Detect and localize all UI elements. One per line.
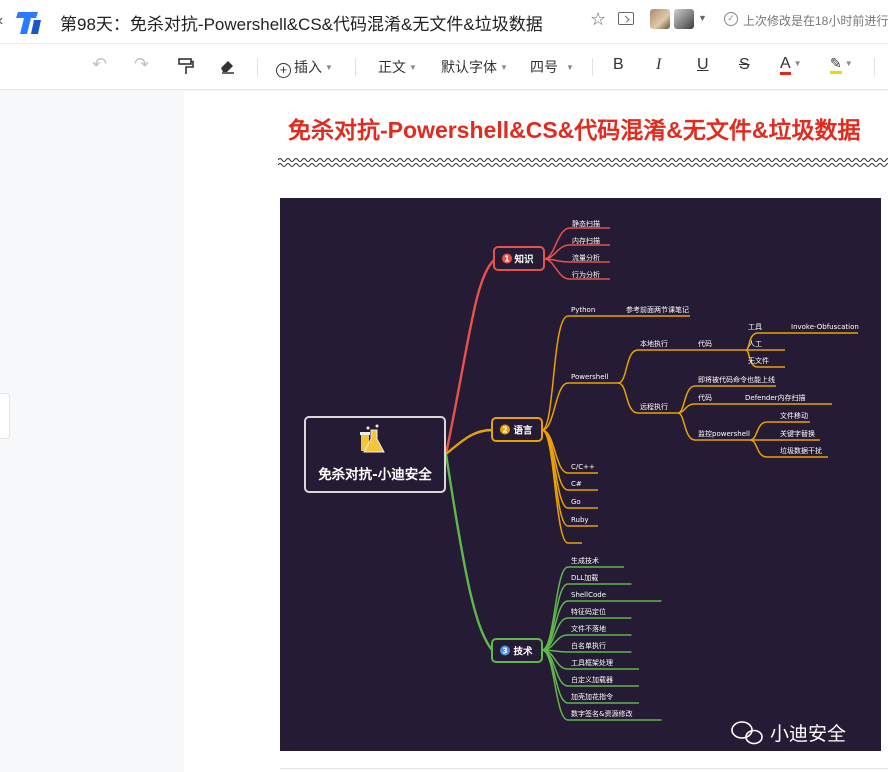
- leaf: 内存扫描: [572, 236, 600, 245]
- leaf: Invoke-Obfuscation: [791, 323, 859, 331]
- wavy-divider: [278, 157, 888, 168]
- leaf: 人工: [748, 340, 762, 348]
- italic-button[interactable]: I: [656, 56, 661, 74]
- leaf: Ruby: [571, 516, 589, 524]
- leaf: 工具: [748, 323, 762, 331]
- undo-icon[interactable]: ↶: [92, 54, 107, 75]
- branch-label: 技术: [513, 646, 533, 658]
- strikethrough-button[interactable]: S: [739, 56, 750, 74]
- leaf: 数字签名&资源修改: [571, 709, 632, 718]
- leaf: 垃圾数据干扰: [780, 446, 822, 455]
- leaf: 特征码定位: [571, 607, 606, 616]
- chevron-down-icon: ▼: [793, 59, 802, 68]
- redo-icon[interactable]: ↷: [134, 54, 149, 75]
- move-to-folder-icon[interactable]: [618, 12, 634, 25]
- root-label: 免杀对抗-小迪安全: [318, 466, 432, 483]
- watermark-text: 小迪安全: [770, 723, 846, 745]
- format-toolbar: ↶ ↷ + 插入 ▼ 正文 ▼ 默认字体 ▼ 四号 ▼ B I U S A ▼ ✎ ▼: [0, 44, 888, 90]
- paragraph-style-select[interactable]: 正文 ▼: [378, 57, 417, 77]
- leaf: Python: [571, 306, 595, 314]
- highlight-button[interactable]: ✎ ▼: [830, 55, 853, 74]
- plus-circle-icon: +: [276, 63, 291, 78]
- chevron-down-icon[interactable]: ▼: [698, 13, 707, 23]
- leaf: 生成技术: [571, 556, 599, 565]
- leaf: Go: [571, 498, 581, 506]
- leaf: 文件移动: [780, 411, 808, 420]
- leaf: 静态扫描: [572, 219, 600, 228]
- document-heading[interactable]: 免杀对抗-Powershell&CS&代码混淆&无文件&垃圾数据: [288, 111, 860, 145]
- leaf: 本地执行: [640, 339, 668, 348]
- leaf: 代码: [698, 393, 712, 402]
- title-bar: ‹ 第98天：免杀对抗-Powershell&CS&代码混淆&无文件&垃圾数据 …: [0, 0, 888, 44]
- divider: [280, 768, 888, 769]
- badge-3: 3: [502, 647, 507, 656]
- document-title[interactable]: 第98天：免杀对抗-Powershell&CS&代码混淆&无文件&垃圾数据: [60, 10, 543, 35]
- app-logo-icon[interactable]: [14, 7, 44, 37]
- badge-1: 1: [504, 255, 509, 264]
- highlighter-icon: ✎: [830, 55, 842, 74]
- chevron-down-icon: ▼: [566, 63, 574, 72]
- root-node: 免杀对抗-小迪安全: [304, 416, 446, 493]
- leaf: 代码: [698, 339, 712, 348]
- chevron-down-icon: ▼: [500, 63, 508, 72]
- leaf: 远程执行: [640, 402, 668, 411]
- leaf: 加壳加花指令: [571, 692, 613, 701]
- format-painter-icon[interactable]: [178, 58, 194, 76]
- save-status: 上次修改是在18小时前进行: [743, 14, 888, 28]
- insert-menu[interactable]: + 插入 ▼: [276, 57, 333, 78]
- outline-pane: [0, 91, 184, 772]
- leaf: 白定义加载器: [571, 675, 613, 684]
- branch-label: 语言: [513, 425, 533, 437]
- leaf: Defender内存扫描: [745, 393, 806, 402]
- back-chevron-icon[interactable]: ‹: [0, 12, 3, 30]
- star-icon[interactable]: ☆: [590, 9, 606, 30]
- leaf: 监控powershell: [698, 429, 750, 438]
- font-family-select[interactable]: 默认字体 ▼: [441, 57, 508, 77]
- leaf: C/C++: [571, 463, 595, 471]
- leaf: ShellCode: [571, 591, 606, 599]
- leaf: 即将被代码命令也能上线: [698, 375, 775, 384]
- underline-button[interactable]: U: [697, 56, 709, 74]
- font-color-button[interactable]: A ▼: [780, 55, 802, 75]
- leaf: DLL加载: [571, 573, 598, 582]
- leaf: C#: [571, 480, 582, 488]
- avatar[interactable]: [674, 9, 694, 29]
- outline-toggle-handle[interactable]: [0, 393, 10, 439]
- leaf: Powershell: [571, 373, 608, 381]
- leaf: 参考前面两节课笔记: [626, 305, 689, 314]
- chevron-down-icon: ▼: [325, 63, 333, 72]
- leaf: 流量分析: [572, 253, 600, 262]
- leaf: 关键字替换: [780, 429, 815, 438]
- chevron-down-icon: ▼: [409, 63, 417, 72]
- badge-2: 2: [502, 426, 507, 435]
- font-size-select[interactable]: 四号 ▼: [530, 57, 574, 77]
- chevron-down-icon: ▼: [844, 59, 853, 68]
- check-circle-icon: ✓: [724, 12, 738, 26]
- eraser-icon[interactable]: [219, 58, 236, 74]
- leaf: 文件不落地: [571, 624, 606, 633]
- leaf: 无文件: [748, 356, 769, 365]
- mindmap-image[interactable]: 免杀对抗-小迪安全 1 知识 静态扫描 内存扫描 流量分析 行为分析 2 语言 …: [280, 198, 881, 751]
- leaf: 白名单执行: [571, 641, 606, 650]
- avatar[interactable]: [650, 9, 670, 29]
- leaf: 行为分析: [572, 270, 600, 279]
- leaf: 工具框架处理: [571, 658, 613, 667]
- bold-button[interactable]: B: [613, 56, 624, 74]
- branch-label: 知识: [513, 254, 534, 266]
